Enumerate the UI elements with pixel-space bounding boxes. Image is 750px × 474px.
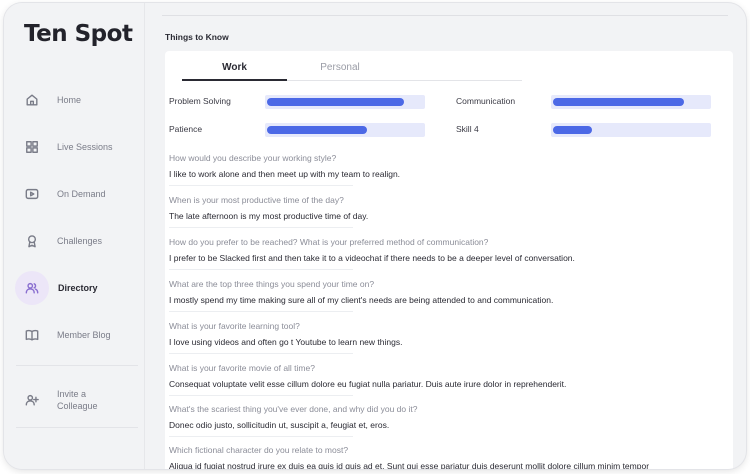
header-divider [162, 15, 728, 16]
tab-work[interactable]: Work [182, 62, 287, 81]
grid-icon [17, 132, 47, 162]
sidebar-item-label: Live Sessions [57, 142, 113, 152]
answer-text: Aliqua id fugiat nostrud irure ex duis e… [169, 461, 650, 469]
skill-bar-track [551, 95, 711, 109]
skill-bar-track [265, 123, 425, 137]
skill-bar-track [551, 123, 711, 137]
sidebar-item-label: Challenges [57, 236, 103, 246]
skill-name: Patience [169, 124, 203, 134]
skill-bar-track [265, 95, 425, 109]
invite-line-1: Invite a [57, 389, 87, 399]
skill-row: Problem Solving [169, 95, 429, 111]
answer-text: I mostly spend my time making sure all o… [169, 295, 554, 305]
award-icon [17, 226, 47, 256]
skill-bar-fill [267, 126, 367, 134]
qa-item: Which fictional character do you relate … [169, 445, 725, 469]
skill-name: Communication [456, 96, 516, 106]
question-text: How would you describe your working styl… [169, 153, 337, 163]
question-text: What is your favorite learning tool? [169, 321, 300, 331]
app-window: Ten Spot Home Live Sessions On Demand Ch… [4, 3, 746, 469]
main-content: Things to Know Work Personal Problem Sol… [146, 3, 746, 469]
qa-divider [169, 227, 353, 228]
qa-item: What's the scariest thing you've ever do… [169, 404, 725, 431]
skill-name: Problem Solving [169, 96, 231, 106]
qa-divider [169, 269, 353, 270]
book-icon [17, 320, 47, 350]
sidebar-divider [16, 365, 138, 366]
tab-personal[interactable]: Personal [288, 62, 392, 81]
skill-bar-fill [553, 126, 592, 134]
skill-bar-fill [553, 98, 684, 106]
qa-item: When is your most productive time of the… [169, 195, 725, 222]
section-title: Things to Know [165, 32, 229, 42]
sidebar-item-member-blog[interactable]: Member Blog [12, 317, 140, 353]
sidebar-item-label: Directory [58, 283, 98, 293]
sidebar-item-live-sessions[interactable]: Live Sessions [12, 129, 140, 165]
sidebar-item-home[interactable]: Home [12, 82, 140, 118]
qa-divider [169, 311, 353, 312]
sidebar-item-label: On Demand [57, 189, 106, 199]
qa-item: What are the top three things you spend … [169, 279, 725, 306]
answer-text: Donec odio justo, sollicitudin ut, susci… [169, 420, 390, 430]
sidebar-divider [16, 427, 138, 428]
home-icon [17, 85, 47, 115]
logo: Ten Spot [24, 21, 133, 47]
answer-text: I love using videos and often go t Youtu… [169, 337, 403, 347]
sidebar-item-on-demand[interactable]: On Demand [12, 176, 140, 212]
invite-label: Invite a Colleague [57, 388, 98, 412]
answer-text: I prefer to be Slacked first and then ta… [169, 253, 575, 263]
answer-text: I like to work alone and then meet up wi… [169, 169, 401, 179]
question-text: What's the scariest thing you've ever do… [169, 404, 418, 414]
users-icon [15, 271, 49, 305]
qa-item: What is your favorite movie of all time?… [169, 363, 725, 390]
sidebar-item-directory[interactable]: Directory [12, 270, 140, 306]
qa-item: What is your favorite learning tool? I l… [169, 321, 725, 348]
play-icon [17, 179, 47, 209]
qa-divider [169, 185, 353, 186]
question-text: When is your most productive time of the… [169, 195, 344, 205]
question-text: What are the top three things you spend … [169, 279, 375, 289]
qa-divider [169, 436, 353, 437]
skill-name: Skill 4 [456, 124, 479, 134]
qa-divider [169, 395, 353, 396]
sidebar-item-label: Home [57, 95, 82, 105]
things-to-know-card: Work Personal Problem Solving Communicat… [165, 51, 733, 469]
skill-row: Communication [456, 95, 716, 111]
sidebar: Ten Spot Home Live Sessions On Demand Ch… [4, 3, 145, 469]
sidebar-item-label: Member Blog [57, 330, 111, 340]
sidebar-item-challenges[interactable]: Challenges [12, 223, 140, 259]
qa-item: How do you prefer to be reached? What is… [169, 237, 725, 264]
skill-row: Patience [169, 123, 429, 139]
question-text: Which fictional character do you relate … [169, 445, 349, 455]
skill-bar-fill [267, 98, 404, 106]
qa-divider [169, 353, 353, 354]
answer-text: Consequat voluptate velit esse cillum do… [169, 379, 567, 389]
question-text: How do you prefer to be reached? What is… [169, 237, 489, 247]
answer-text: The late afternoon is my most productive… [169, 211, 369, 221]
tab-bar: Work Personal [182, 62, 522, 81]
skill-row: Skill 4 [456, 123, 716, 139]
question-text: What is your favorite movie of all time? [169, 363, 315, 373]
qa-item: How would you describe your working styl… [169, 153, 725, 180]
invite-colleague-button[interactable]: Invite a Colleague [12, 383, 140, 417]
user-plus-icon [17, 385, 47, 415]
invite-line-2: Colleague [57, 401, 98, 411]
